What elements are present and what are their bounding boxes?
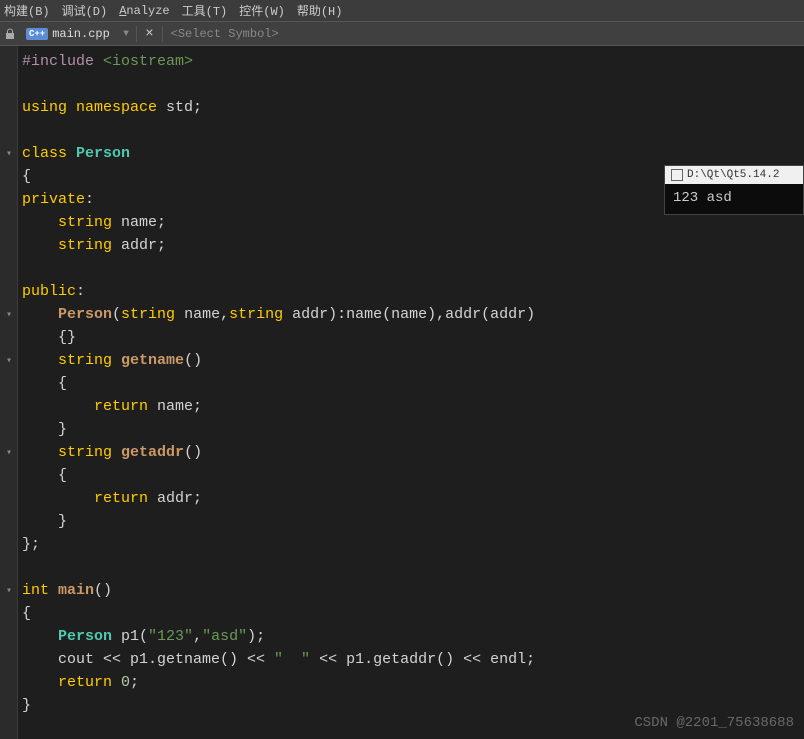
menu-analyze[interactable]: Analyze <box>119 4 169 18</box>
watermark: CSDN @2201_75638688 <box>634 715 794 731</box>
fold-icon[interactable]: ▾ <box>0 441 18 464</box>
menu-tools[interactable]: 工具(T) <box>182 2 228 19</box>
console-window: D:\Qt\Qt5.14.2 123 asd <box>664 165 804 215</box>
fold-gutter: ▾ ▾ ▾ ▾ ▾ <box>0 46 18 739</box>
menu-bar: 构建(B) 调试(D) Analyze 工具(T) 控件(W) 帮助(H) <box>0 0 804 22</box>
tab-main-cpp[interactable]: C++ main.cpp <box>20 22 116 45</box>
fold-icon[interactable]: ▾ <box>0 349 18 372</box>
fold-icon[interactable] <box>0 50 18 73</box>
tab-filename: main.cpp <box>52 27 110 41</box>
tab-bar: C++ main.cpp ▾ × <Select Symbol> <box>0 22 804 46</box>
tab-dropdown-icon[interactable]: ▾ <box>116 25 136 42</box>
menu-build[interactable]: 构建(B) <box>4 2 50 19</box>
console-titlebar[interactable]: D:\Qt\Qt5.14.2 <box>665 166 803 184</box>
fold-icon[interactable]: ▾ <box>0 303 18 326</box>
code-editor[interactable]: #include <iostream> using namespace std;… <box>18 46 804 739</box>
tab-close-button[interactable]: × <box>136 26 162 42</box>
cpp-icon: C++ <box>26 28 48 40</box>
menu-debug[interactable]: 调试(D) <box>62 2 108 19</box>
menu-widgets[interactable]: 控件(W) <box>239 2 285 19</box>
editor: ▾ ▾ ▾ ▾ ▾ #include <iostream> using name… <box>0 46 804 739</box>
fold-icon[interactable]: ▾ <box>0 579 18 602</box>
symbol-selector[interactable]: <Select Symbol> <box>163 27 287 41</box>
fold-icon[interactable]: ▾ <box>0 142 18 165</box>
console-output: 123 asd <box>665 184 803 214</box>
lock-icon <box>2 26 18 42</box>
window-icon <box>671 169 683 181</box>
console-title-text: D:\Qt\Qt5.14.2 <box>687 169 779 181</box>
menu-help[interactable]: 帮助(H) <box>297 2 343 19</box>
